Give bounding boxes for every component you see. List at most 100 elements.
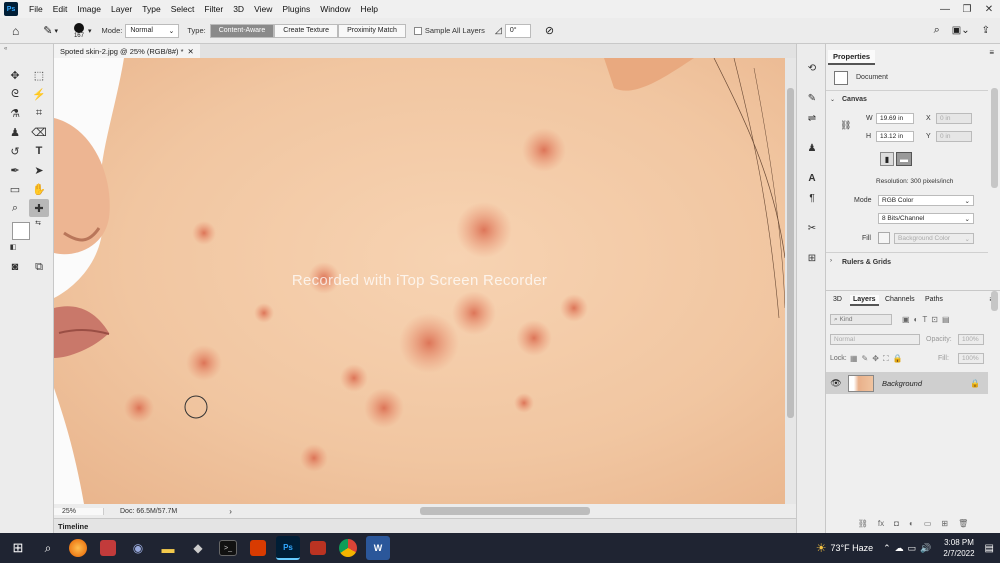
terminal-icon[interactable]: >_ (219, 540, 237, 556)
hand-tool-icon[interactable]: ✋ (29, 180, 49, 198)
tab-layers[interactable]: Layers (850, 295, 879, 306)
brush-preset-picker[interactable]: 167 (72, 22, 86, 39)
brush-settings-icon[interactable]: ✎ (804, 90, 820, 106)
menu-filter[interactable]: Filter (199, 4, 228, 14)
minimize-icon[interactable]: — (934, 0, 956, 18)
menu-layer[interactable]: Layer (106, 4, 137, 14)
paragraph-icon[interactable]: ¶ (804, 190, 820, 206)
chrome-icon[interactable] (339, 539, 357, 557)
rectangle-tool-icon[interactable]: ▭ (5, 180, 25, 198)
tools-icon[interactable]: ✂ (804, 220, 820, 236)
recorder-icon[interactable] (310, 541, 326, 555)
clock[interactable]: 3:08 PM 2/7/2022 (943, 537, 974, 559)
crop-tool-icon[interactable]: ⌗ (29, 104, 49, 122)
x-field[interactable]: 0 in (936, 113, 972, 124)
portrait-orientation-icon[interactable]: ▮ (880, 152, 894, 166)
link-icon[interactable]: ⛓ (840, 120, 851, 131)
webcam-app-icon[interactable]: ◉ (126, 536, 150, 560)
filter-type-icons[interactable]: ▣◐T⊡▤ (902, 315, 954, 324)
search-icon[interactable]: ⌕ (934, 24, 940, 37)
group-icon[interactable]: ▭ (924, 519, 932, 528)
history-icon[interactable]: ⟲ (804, 60, 820, 76)
clone-source-icon[interactable]: ♟ (804, 140, 820, 156)
vertical-scrollbar[interactable] (785, 58, 796, 504)
fill-field[interactable]: 100% (958, 353, 984, 364)
horizontal-scroll-thumb[interactable] (420, 507, 590, 515)
collapse-icon[interactable]: « (4, 46, 7, 52)
quick-mask-icon[interactable]: ◙ (5, 258, 25, 276)
content-aware-button[interactable]: Content-Aware (209, 23, 275, 38)
share-icon[interactable]: ⇪ (982, 25, 990, 36)
media-app-icon[interactable]: ◆ (186, 536, 210, 560)
chevron-down-icon[interactable]: ▾ (88, 27, 92, 35)
new-layer-icon[interactable]: ⊞ (941, 519, 948, 528)
bit-depth-select[interactable]: 8 Bits/Channel ⌄ (878, 213, 974, 224)
tab-paths[interactable]: Paths (922, 295, 946, 304)
workspace-icon[interactable]: ▣⌄ (952, 25, 970, 36)
menu-3d[interactable]: 3D (228, 4, 249, 14)
home-icon[interactable]: ⌂ (12, 24, 19, 38)
panel-menu-icon[interactable]: ≡ (989, 48, 994, 57)
eraser-tool-icon[interactable]: ⌫ (29, 123, 49, 141)
word-icon[interactable]: W (366, 536, 390, 560)
close-tab-icon[interactable]: ✕ (188, 47, 194, 56)
sample-all-layers-checkbox[interactable] (413, 26, 422, 35)
rulers-grids-header[interactable]: Rulers & Grids (842, 259, 891, 266)
zoom-level[interactable]: 25% (54, 507, 104, 515)
layers-scroll-thumb[interactable] (991, 291, 998, 311)
mode-select[interactable]: Normal ⌄ (125, 23, 180, 38)
menu-help[interactable]: Help (355, 4, 382, 14)
layer-row[interactable]: 👁 Background 🔒 (826, 372, 988, 394)
windows-start-icon[interactable]: ⊞ (6, 536, 30, 560)
menu-file[interactable]: File (24, 4, 48, 14)
menu-image[interactable]: Image (72, 4, 106, 14)
color-mode-select[interactable]: RGB Color ⌄ (878, 195, 974, 206)
path-selection-tool-icon[interactable]: ➤ (29, 161, 49, 179)
properties-scroll-thumb[interactable] (991, 88, 998, 188)
menu-edit[interactable]: Edit (48, 4, 73, 14)
healing-brush-tool-icon[interactable]: ✎ (43, 24, 52, 37)
mask-icon[interactable]: ◘ (894, 519, 899, 528)
menu-select[interactable]: Select (166, 4, 200, 14)
fx-icon[interactable]: fx (878, 519, 884, 528)
eyedropper-tool-icon[interactable]: ⚗ (5, 104, 25, 122)
type-tool-icon[interactable]: T (29, 142, 49, 160)
file-explorer-icon[interactable]: ▬ (156, 536, 180, 560)
pressure-icon[interactable]: ⊘ (545, 24, 554, 37)
pen-tool-icon[interactable]: ✒ (5, 161, 25, 179)
menu-type[interactable]: Type (137, 4, 165, 14)
stamp-tool-icon[interactable]: ♟ (5, 123, 25, 141)
default-colors-icon[interactable]: ◧ (8, 242, 18, 252)
menu-view[interactable]: View (249, 4, 277, 14)
delete-layer-icon[interactable]: 🗑 (958, 519, 968, 528)
history-brush-tool-icon[interactable]: ↺ (5, 142, 25, 160)
y-field[interactable]: 0 in (936, 131, 972, 142)
character-icon[interactable]: A (804, 170, 820, 186)
info-icon[interactable]: ⊞ (804, 250, 820, 266)
screen-mode-icon[interactable]: ⧉ (29, 258, 49, 276)
search-icon[interactable]: ⌕ (36, 536, 60, 560)
photoshop-taskbar-icon[interactable]: Ps (276, 536, 300, 560)
magic-wand-tool-icon[interactable]: ⚡ (29, 85, 49, 103)
tab-3d[interactable]: 3D (830, 295, 845, 304)
scroll-thumb[interactable] (787, 88, 794, 418)
opacity-field[interactable]: 100% (958, 334, 984, 345)
fill-select[interactable]: Background Color ⌄ (894, 233, 974, 244)
foreground-color-swatch[interactable] (12, 222, 30, 240)
proximity-match-button[interactable]: Proximity Match (338, 23, 406, 38)
firefox-icon[interactable] (69, 539, 87, 557)
rulers-expand-icon[interactable]: › (830, 258, 832, 264)
tab-channels[interactable]: Channels (882, 295, 918, 304)
width-field[interactable]: 19.69 in (876, 113, 914, 124)
office-icon[interactable] (250, 540, 266, 556)
move-tool-icon[interactable]: ✥ (5, 66, 25, 84)
adjustment-layer-icon[interactable]: ◐ (909, 519, 914, 528)
chevron-down-icon[interactable]: ▾ (54, 27, 58, 35)
blend-mode-select[interactable]: Normal (830, 334, 920, 345)
healing-brush-tool-icon[interactable]: ✚ (29, 199, 49, 217)
canvas[interactable]: Recorded with iTop Screen Recorder (54, 58, 785, 504)
tray-icons[interactable]: ⌃☁▭🔊 (883, 543, 935, 554)
zoom-tool-icon[interactable]: ⌕ (5, 199, 25, 217)
paint-app-icon[interactable] (100, 540, 116, 556)
marquee-tool-icon[interactable]: ⬚ (29, 66, 49, 84)
